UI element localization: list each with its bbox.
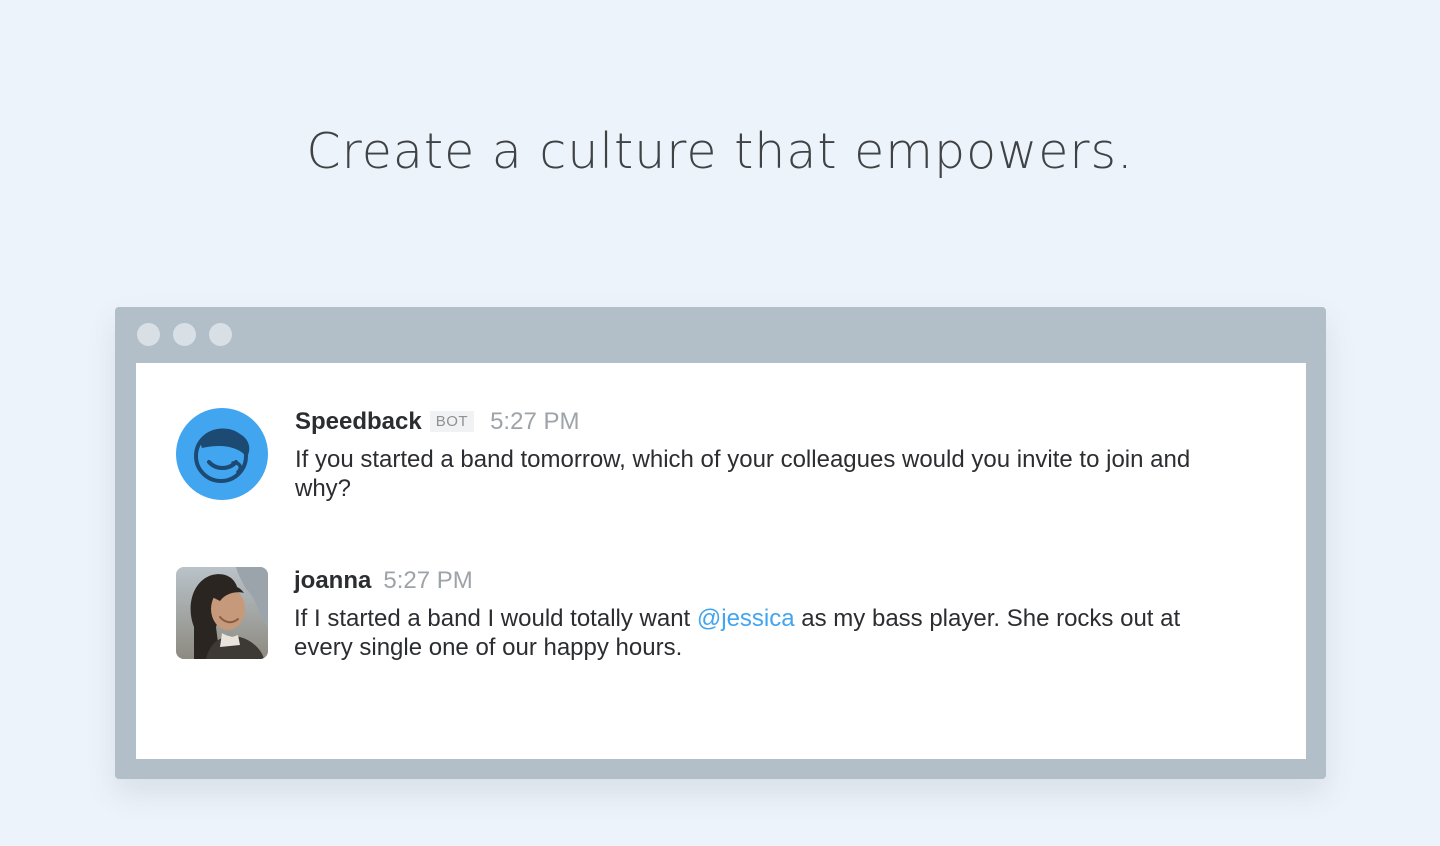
message-timestamp[interactable]: 5:27 PM	[383, 567, 472, 595]
bot-badge: BOT	[429, 411, 475, 432]
window-dot-maximize[interactable]	[209, 323, 232, 346]
chat-panel: Speedback BOT 5:27 PM If you started a b…	[136, 363, 1306, 759]
message-text: If you started a band tomorrow, which of…	[295, 446, 1191, 502]
message-body: joanna 5:27 PM If I started a band I wou…	[294, 567, 1234, 662]
message-timestamp[interactable]: 5:27 PM	[490, 408, 579, 436]
app-window: Speedback BOT 5:27 PM If you started a b…	[115, 307, 1326, 779]
message-meta: Speedback BOT 5:27 PM	[295, 408, 1235, 440]
message-meta: joanna 5:27 PM	[294, 567, 1234, 599]
window-dot-minimize[interactable]	[173, 323, 196, 346]
user-avatar[interactable]	[176, 567, 268, 659]
message-text-part: If I started a band I would totally want	[294, 605, 697, 632]
user-mention-link[interactable]: @jessica	[697, 605, 795, 632]
sender-name[interactable]: joanna	[294, 567, 371, 595]
page-headline: Create a culture that empowers.	[306, 123, 1134, 180]
message-body: Speedback BOT 5:27 PM If you started a b…	[295, 408, 1235, 503]
user-photo	[176, 567, 268, 659]
speedback-face-icon[interactable]	[176, 408, 268, 500]
sender-name[interactable]: Speedback	[295, 408, 422, 436]
window-controls	[137, 323, 232, 346]
window-dot-close[interactable]	[137, 323, 160, 346]
message-text: If I started a band I would totally want…	[294, 604, 1234, 662]
